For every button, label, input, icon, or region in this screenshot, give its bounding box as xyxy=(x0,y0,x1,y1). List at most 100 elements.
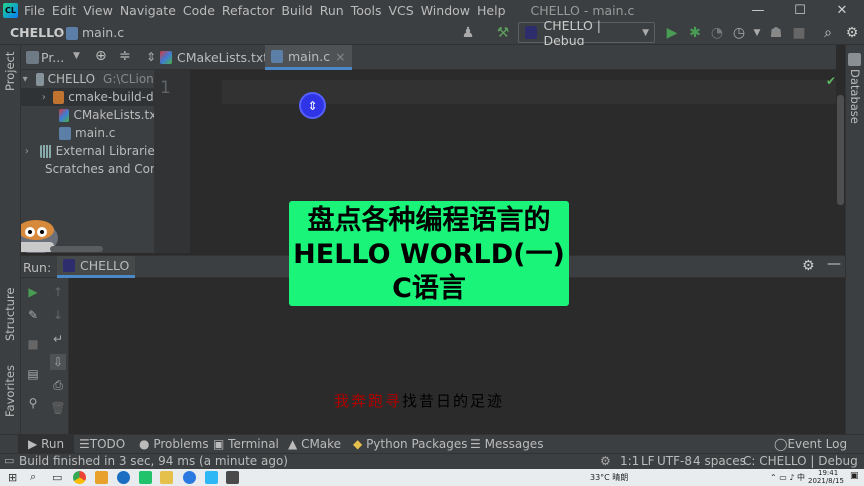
run-configuration-select[interactable]: CHELLO | Debug ▼ xyxy=(518,18,655,48)
structure-tool-tab[interactable]: Structure xyxy=(3,288,17,342)
run-with-coverage-icon[interactable]: ◔ xyxy=(707,23,727,43)
project-tool-tab[interactable]: Project xyxy=(3,52,17,91)
inspection-ok-check-icon[interactable]: ✔ xyxy=(826,74,836,88)
indent-setting[interactable]: 4 spaces xyxy=(693,454,746,468)
menu-navigate[interactable]: Navigate xyxy=(120,3,176,18)
tray-icons[interactable]: ⌃ ▭ ♪ 中 xyxy=(770,472,805,483)
menu-file[interactable]: File xyxy=(24,3,45,18)
bottom-tab-messages[interactable]: ☰ Messages xyxy=(470,437,543,451)
minimize-button[interactable]: — xyxy=(738,0,778,20)
windows-start-icon[interactable]: ⊞ xyxy=(8,471,17,484)
chevron-down-icon: ▼ xyxy=(642,27,649,38)
clock-time[interactable]: 19:41 xyxy=(818,469,838,477)
menu-code[interactable]: Code xyxy=(183,3,215,18)
wrench-icon[interactable]: ✎ xyxy=(25,307,41,323)
rerun-icon[interactable]: ▶ xyxy=(25,284,41,300)
overlay-line-2: HELLO WORLD(一) xyxy=(293,239,565,270)
editor-scrollbar-thumb[interactable] xyxy=(837,95,844,205)
run-panel-label: Run: xyxy=(23,260,52,275)
trash-icon[interactable]: 🗑 xyxy=(50,400,66,416)
app-icon[interactable] xyxy=(160,471,173,484)
build-hammer-icon[interactable]: ⚒ xyxy=(493,23,513,43)
bottom-tab-cmake[interactable]: ▲ CMake xyxy=(288,437,341,451)
file-explorer-icon[interactable] xyxy=(95,471,108,484)
scroll-to-end-icon[interactable]: ⇩ xyxy=(50,354,66,370)
menu-tools[interactable]: Tools xyxy=(351,3,382,18)
run-icon[interactable]: ▶ xyxy=(662,23,682,43)
menu-run[interactable]: Run xyxy=(320,3,344,18)
weather-widget[interactable]: 33°C 晴朗 xyxy=(590,472,628,483)
arrow-up-icon[interactable]: ↑ xyxy=(50,284,66,300)
run-tab-chello[interactable]: CHELLO xyxy=(57,256,136,278)
tree-item-cmakelists[interactable]: CMakeLists.txt xyxy=(21,106,154,124)
collapse-all-icon[interactable]: ≑ xyxy=(119,48,131,64)
attach-icon[interactable]: ☗ xyxy=(766,23,786,43)
pin-icon[interactable]: ⚲ xyxy=(25,395,41,411)
file-encoding[interactable]: UTF-8 xyxy=(657,454,692,468)
app-icon[interactable] xyxy=(117,471,130,484)
database-tool-tab[interactable]: Database xyxy=(848,69,862,124)
bottom-tab-todo[interactable]: ☰TODO xyxy=(79,437,125,451)
print-icon[interactable]: ⎙ xyxy=(50,377,66,393)
bottom-tab-problems[interactable]: ● Problems xyxy=(139,437,209,451)
user-icon[interactable]: ♟ xyxy=(458,23,478,43)
status-bar: ▭ Build finished in 3 sec, 94 ms (a minu… xyxy=(0,453,864,469)
notification-icon[interactable]: ▣ xyxy=(850,471,859,481)
stop-icon[interactable]: ■ xyxy=(789,23,809,43)
favorites-tool-tab[interactable]: Favorites xyxy=(3,365,17,417)
layout-icon[interactable]: ▤ xyxy=(25,366,41,382)
menu-help[interactable]: Help xyxy=(477,3,506,18)
settings-gear-icon[interactable]: ⚙ xyxy=(802,258,815,274)
tab-close-icon[interactable]: × xyxy=(335,49,345,64)
menu-edit[interactable]: Edit xyxy=(52,3,76,18)
project-view-select[interactable]: Pr... xyxy=(41,50,64,65)
task-view-icon[interactable]: ▭ xyxy=(52,471,62,484)
profiler-icon[interactable]: ◷ xyxy=(729,23,749,43)
status-message[interactable]: Build finished in 3 sec, 94 ms (a minute… xyxy=(19,454,288,468)
breadcrumb-project[interactable]: CHELLO xyxy=(10,25,64,40)
maximize-button[interactable]: ☐ xyxy=(780,0,820,20)
horizontal-scrollbar[interactable] xyxy=(50,246,103,252)
line-separator[interactable]: LF xyxy=(641,454,655,468)
app-icon[interactable] xyxy=(205,471,218,484)
app-icon[interactable] xyxy=(226,471,239,484)
tree-item-cmake-build[interactable]: › cmake-build-de xyxy=(21,88,154,106)
tree-item-path: G:\CLionP xyxy=(103,72,154,86)
clock-date[interactable]: 2021/8/15 xyxy=(808,477,844,485)
menu-build[interactable]: Build xyxy=(281,3,312,18)
close-window-button[interactable]: ✕ xyxy=(822,0,862,20)
bottom-tab-run[interactable]: ▶ Run xyxy=(18,435,75,453)
tab-main-c[interactable]: main.c × xyxy=(265,45,352,70)
caret-position[interactable]: 1:1 xyxy=(620,454,639,468)
tree-item-external-libraries[interactable]: › External Libraries xyxy=(21,142,154,160)
status-panel-icon[interactable]: ▭ xyxy=(4,454,14,467)
chevron-down-icon[interactable]: ▼ xyxy=(73,51,80,61)
more-run-options-icon[interactable]: ▼ xyxy=(747,23,767,43)
menu-refactor[interactable]: Refactor xyxy=(222,3,274,18)
clion-taskbar-icon[interactable] xyxy=(139,471,152,484)
menu-vcs[interactable]: VCS xyxy=(389,3,414,18)
locate-target-icon[interactable]: ⊕ xyxy=(95,48,107,64)
minimize-panel-icon[interactable]: — xyxy=(827,256,841,272)
app-icon[interactable] xyxy=(183,471,196,484)
bottom-tab-terminal[interactable]: ▣ Terminal xyxy=(213,437,279,451)
search-icon[interactable]: ⌕ xyxy=(818,23,838,43)
settings-gear-icon[interactable]: ⚙ xyxy=(842,23,862,43)
chrome-icon[interactable] xyxy=(73,471,86,484)
tree-item-chello[interactable]: ▾ CHELLO G:\CLionP xyxy=(21,70,154,88)
menu-view[interactable]: View xyxy=(83,3,113,18)
search-icon[interactable]: ⌕ xyxy=(30,470,36,484)
breadcrumb-file[interactable]: main.c xyxy=(66,25,124,40)
menu-window[interactable]: Window xyxy=(421,3,470,18)
debug-bug-icon[interactable]: ✱ xyxy=(685,23,705,43)
resolve-context[interactable]: C: CHELLO | Debug xyxy=(743,454,858,468)
chevron-down-icon: ▾ xyxy=(22,73,28,85)
tree-item-scratches[interactable]: Scratches and Cons xyxy=(21,160,154,178)
bottom-tab-python-packages[interactable]: ◆ Python Packages xyxy=(353,437,467,451)
event-log-button[interactable]: ◯Event Log xyxy=(774,437,847,451)
stop-icon[interactable]: ■ xyxy=(25,336,41,352)
soft-wrap-icon[interactable]: ↵ xyxy=(50,331,66,347)
overlay-line-1: 盘点各种编程语言的 xyxy=(307,205,551,236)
arrow-down-icon[interactable]: ↓ xyxy=(50,307,66,323)
tree-item-main-c[interactable]: main.c xyxy=(21,124,154,142)
